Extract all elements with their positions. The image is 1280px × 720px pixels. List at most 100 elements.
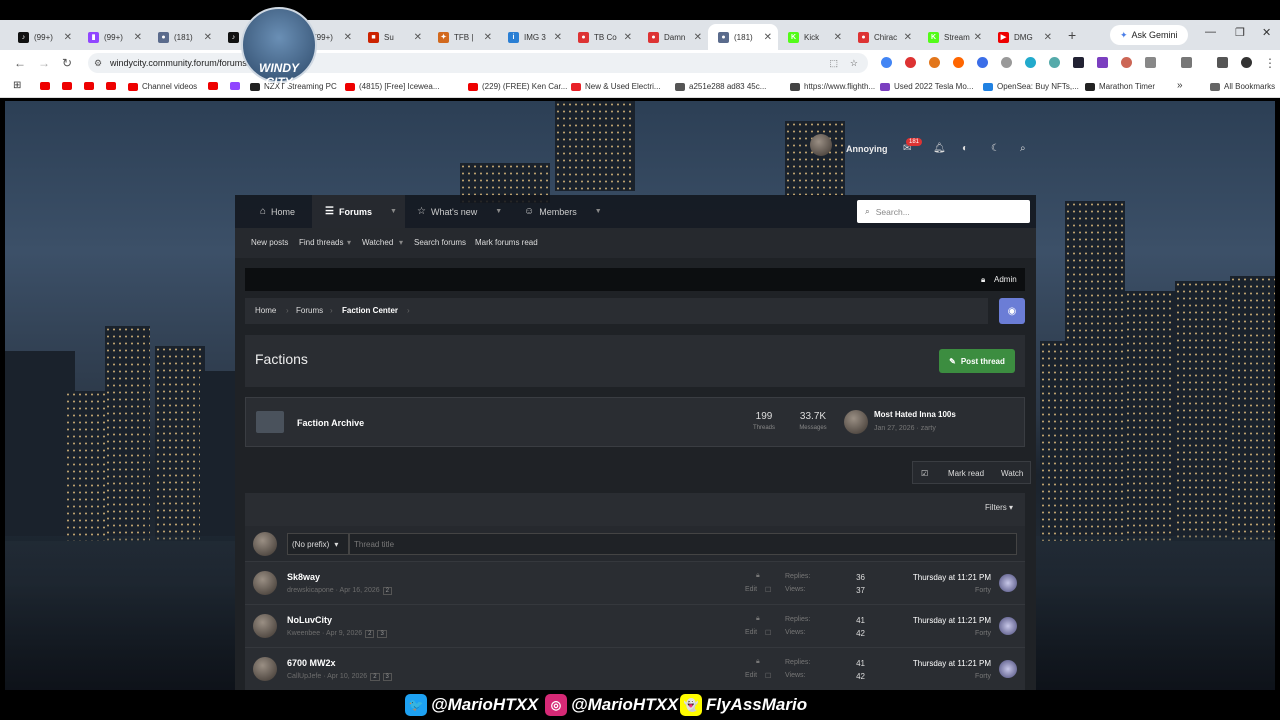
browser-tab[interactable]: i IMG 3 ✕ bbox=[498, 24, 568, 50]
close-tab-icon[interactable]: ✕ bbox=[134, 32, 142, 43]
bookmark-item[interactable]: New & Used Electri... bbox=[571, 82, 661, 91]
mark-read-button[interactable]: Mark read bbox=[948, 469, 984, 478]
chevron-down-icon[interactable]: ▼ bbox=[595, 208, 602, 215]
discord-button[interactable]: ◉ bbox=[999, 298, 1025, 324]
minimize-icon[interactable]: — bbox=[1205, 26, 1216, 38]
thread-title[interactable]: NoLuvCity bbox=[287, 615, 332, 625]
browser-tab[interactable]: ● TB Co ✕ bbox=[568, 24, 638, 50]
checkbox-icon[interactable]: ☑ bbox=[921, 469, 928, 478]
chevron-down-icon[interactable]: ▾ bbox=[399, 238, 403, 247]
browser-tab[interactable]: ● (181) ✕ bbox=[148, 24, 218, 50]
close-tab-icon[interactable]: ✕ bbox=[484, 32, 492, 43]
select-checkbox[interactable]: ☐ bbox=[765, 586, 771, 594]
browser-tab[interactable]: ▶ DMG ✕ bbox=[988, 24, 1058, 50]
install-icon[interactable]: ⬚ bbox=[829, 58, 838, 69]
bookmark-item[interactable]: OpenSea: Buy NFTs,... bbox=[983, 82, 1079, 91]
new-tab-button[interactable]: + bbox=[1068, 27, 1076, 43]
subnav-new-posts[interactable]: New posts bbox=[251, 238, 288, 247]
last-post-author[interactable]: Forty bbox=[885, 673, 991, 680]
chevron-down-icon[interactable]: ▼ bbox=[495, 208, 502, 215]
avatar[interactable] bbox=[999, 660, 1017, 678]
edit-link[interactable]: Edit bbox=[745, 586, 757, 593]
chevron-down-icon[interactable]: ▼ bbox=[390, 208, 397, 215]
last-post-time[interactable]: Thursday at 11:21 PM bbox=[885, 616, 991, 625]
nav-whats-new[interactable]: ☆ What's new ▼ bbox=[417, 195, 517, 228]
close-window-icon[interactable]: ✕ bbox=[1262, 26, 1271, 39]
thread-title[interactable]: 6700 MW2x bbox=[287, 658, 336, 668]
browser-tab[interactable]: ● Damn ✕ bbox=[638, 24, 708, 50]
menu-icon[interactable]: ⋮ bbox=[1264, 56, 1276, 70]
page-link[interactable]: 3 bbox=[382, 673, 392, 681]
extension-icon[interactable] bbox=[881, 57, 892, 68]
edit-link[interactable]: Edit bbox=[745, 629, 757, 636]
bookmark-item[interactable] bbox=[62, 82, 76, 90]
breadcrumb-forums[interactable]: Forums bbox=[296, 306, 323, 315]
bookmark-item[interactable]: Marathon Timer bbox=[1085, 82, 1155, 91]
close-tab-icon[interactable]: ✕ bbox=[624, 32, 632, 43]
toggle-icon[interactable]: ◐ bbox=[962, 143, 968, 154]
watch-button[interactable]: Watch bbox=[1001, 469, 1023, 478]
site-info-icon[interactable]: ⚙ bbox=[94, 58, 102, 69]
extension-icon[interactable] bbox=[1097, 57, 1108, 68]
search-field[interactable]: ⌕ Search... bbox=[857, 200, 1030, 223]
thread-author[interactable]: Kweenbee bbox=[287, 630, 320, 637]
avatar[interactable] bbox=[844, 410, 868, 434]
subforum-row[interactable]: Faction Archive 199 Threads 33.7K Messag… bbox=[245, 397, 1025, 447]
extension-icon[interactable] bbox=[1001, 57, 1012, 68]
thread-author[interactable]: CallUpJefe bbox=[287, 673, 321, 680]
close-tab-icon[interactable]: ✕ bbox=[834, 32, 842, 43]
bell-icon[interactable]: 🔔︎ bbox=[933, 143, 946, 154]
search-icon[interactable]: ⌕ bbox=[1020, 143, 1026, 154]
thread-row[interactable]: NoLuvCity Kweenbee · Apr 9, 2026 2 3 🔒︎ Ed… bbox=[245, 604, 1025, 647]
last-post-author[interactable]: Forty bbox=[885, 587, 991, 594]
subnav-search-forums[interactable]: Search forums bbox=[414, 238, 466, 247]
breadcrumb-faction-center[interactable]: Faction Center bbox=[342, 306, 398, 315]
page-link[interactable]: 2 bbox=[370, 673, 380, 681]
extension-icon[interactable] bbox=[953, 57, 964, 68]
bookmark-item[interactable]: https://www.flighth... bbox=[790, 82, 875, 91]
breadcrumb-home[interactable]: Home bbox=[255, 306, 276, 315]
thread-row[interactable]: 6700 MW2x CallUpJefe · Apr 10, 2026 2 3 🔒︎… bbox=[245, 647, 1025, 690]
subnav-find-threads[interactable]: Find threads bbox=[299, 238, 343, 247]
moon-icon[interactable]: ☾ bbox=[991, 143, 1000, 154]
extension-icon[interactable] bbox=[905, 57, 916, 68]
reload-icon[interactable]: ↻ bbox=[62, 56, 72, 70]
thread-row[interactable]: Sk8way drewskicapone · Apr 16, 2026 2 🔒︎ … bbox=[245, 561, 1025, 604]
bookmark-item[interactable] bbox=[208, 82, 222, 90]
avatar[interactable] bbox=[999, 574, 1017, 592]
nav-home[interactable]: ⌂ Home bbox=[252, 195, 312, 228]
bookmark-item[interactable] bbox=[230, 82, 244, 90]
browser-tab[interactable]: ✦ TFB | ✕ bbox=[428, 24, 498, 50]
browser-tab[interactable]: ♪ (99+) ✕ bbox=[8, 24, 78, 50]
bookmark-item[interactable]: Used 2022 Tesla Mo... bbox=[880, 82, 973, 91]
browser-tab[interactable]: K Stream ✕ bbox=[918, 24, 988, 50]
thread-title[interactable]: Sk8way bbox=[287, 572, 320, 582]
subforum-title[interactable]: Faction Archive bbox=[297, 418, 364, 428]
close-tab-icon[interactable]: ✕ bbox=[764, 32, 772, 43]
extension-icon[interactable] bbox=[1049, 57, 1060, 68]
page-link[interactable]: 3 bbox=[377, 630, 387, 638]
extension-icon[interactable] bbox=[1025, 57, 1036, 68]
bookmark-item[interactable] bbox=[84, 82, 98, 90]
select-checkbox[interactable]: ☐ bbox=[765, 672, 771, 680]
chevron-down-icon[interactable]: ▾ bbox=[347, 238, 351, 247]
all-bookmarks-button[interactable]: All Bookmarks bbox=[1210, 82, 1275, 91]
bookmark-item[interactable] bbox=[106, 82, 120, 90]
thread-title-input[interactable]: Thread title bbox=[349, 533, 1017, 555]
extension-icon[interactable] bbox=[977, 57, 988, 68]
thread-author[interactable]: drewskicapone bbox=[287, 587, 334, 594]
profile-avatar[interactable] bbox=[1241, 57, 1252, 68]
filters-button[interactable]: Filters ▾ bbox=[985, 503, 1013, 512]
sidebar-icon[interactable] bbox=[1181, 57, 1192, 68]
browser-tab[interactable]: K Kick ✕ bbox=[778, 24, 848, 50]
last-post-author[interactable]: Forty bbox=[885, 630, 991, 637]
extension-icon[interactable] bbox=[1073, 57, 1084, 68]
avatar[interactable] bbox=[999, 617, 1017, 635]
user-avatar[interactable] bbox=[810, 134, 832, 156]
latest-post-title[interactable]: Most Hated Inna 100s bbox=[874, 410, 956, 419]
browser-tab[interactable]: ● (181) ✕ bbox=[708, 24, 778, 50]
url-field[interactable]: ⚙ windycity.community.forum/forums/facti… bbox=[88, 53, 868, 73]
bookmark-item[interactable] bbox=[40, 82, 54, 90]
ask-gemini-button[interactable]: ✦ Ask Gemini bbox=[1110, 25, 1188, 45]
close-tab-icon[interactable]: ✕ bbox=[414, 32, 422, 43]
